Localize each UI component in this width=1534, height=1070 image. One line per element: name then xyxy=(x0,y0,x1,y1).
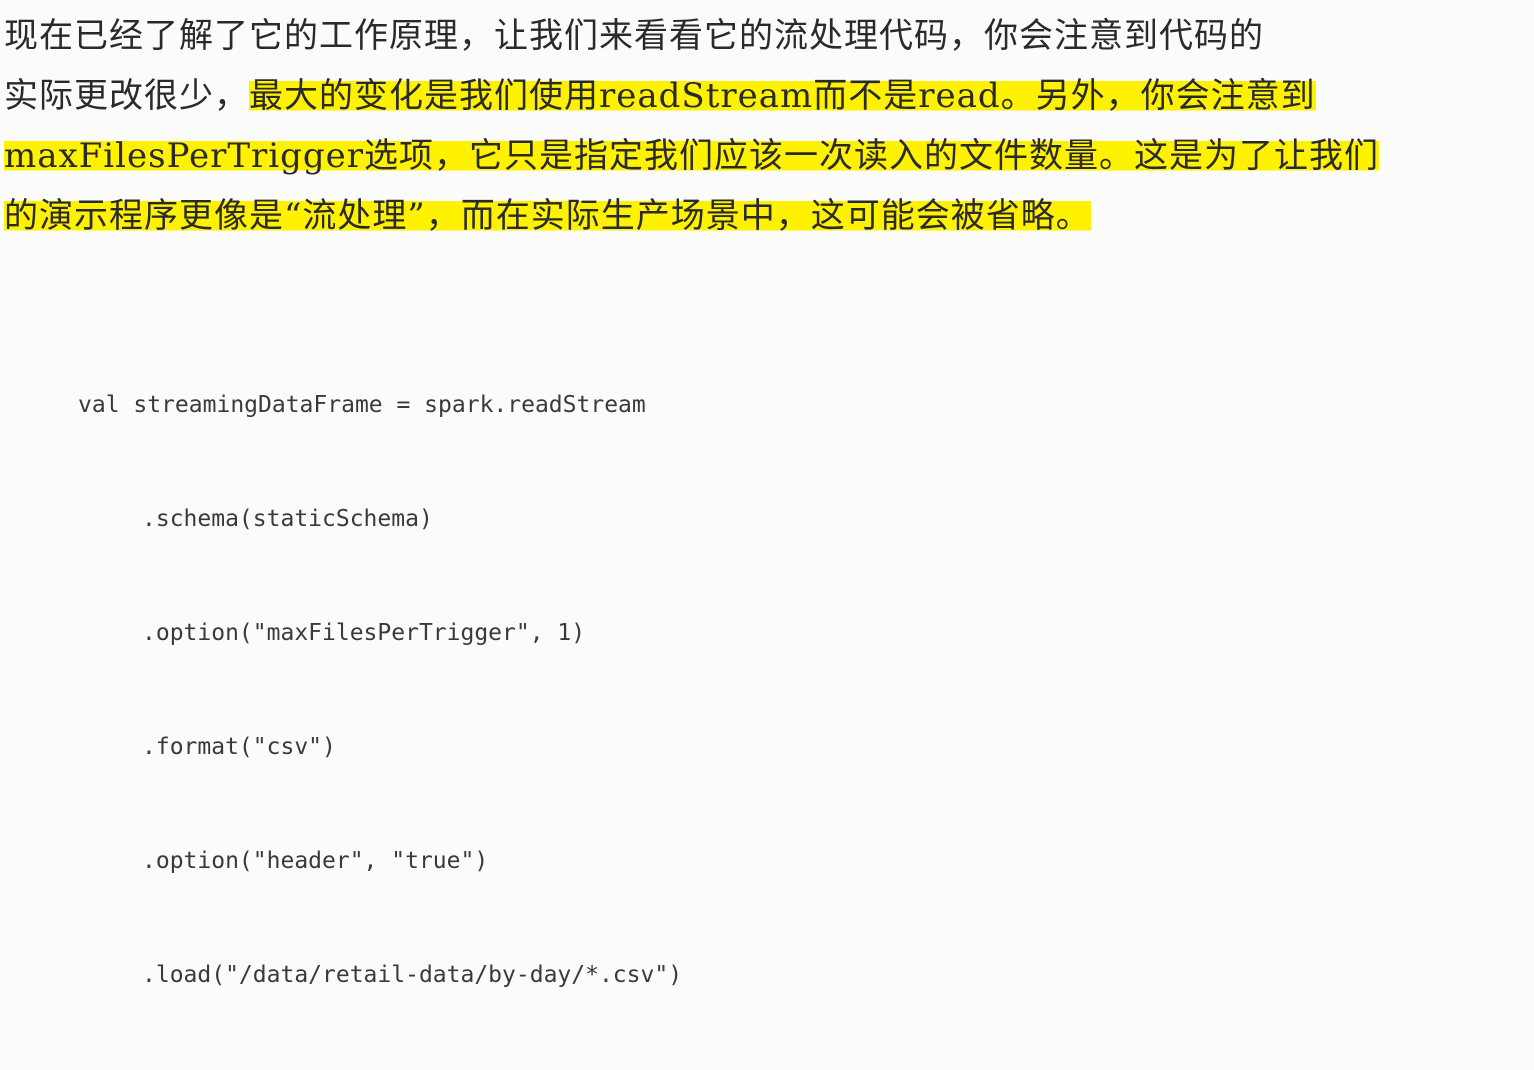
code-line: val streamingDataFrame = spark.readStrea… xyxy=(78,392,646,418)
text-span: 实际更改很少， xyxy=(4,76,249,116)
code-line: .format("csv") xyxy=(142,734,336,760)
highlighted-text: 最大的变化是我们使用readStream而不是read。另外，你会注意到 xyxy=(249,76,1316,116)
code-line: .load("/data/retail-data/by-day/*.csv") xyxy=(142,962,683,988)
paragraph-line-2: 实际更改很少，最大的变化是我们使用readStream而不是read。另外，你会… xyxy=(4,66,1532,126)
highlighted-text: 的演示程序更像是“流处理”，而在实际生产场景中，这可能会被省略。 xyxy=(4,196,1091,236)
paragraph-line-1: 现在已经了解了它的工作原理，让我们来看看它的流处理代码，你会注意到代码的 xyxy=(4,6,1532,66)
text-span: 现在已经了解了它的工作原理，让我们来看看它的流处理代码，你会注意到代码的 xyxy=(4,16,1264,56)
code-line: .option("maxFilesPerTrigger", 1) xyxy=(142,620,586,646)
code-block: val streamingDataFrame = spark.readStrea… xyxy=(78,310,682,1070)
body-paragraph: 现在已经了解了它的工作原理，让我们来看看它的流处理代码，你会注意到代码的 实际更… xyxy=(4,6,1532,246)
book-page: 现在已经了解了它的工作原理，让我们来看看它的流处理代码，你会注意到代码的 实际更… xyxy=(0,0,1534,988)
paragraph-line-4: 的演示程序更像是“流处理”，而在实际生产场景中，这可能会被省略。 xyxy=(4,186,1532,246)
paragraph-line-3: maxFilesPerTrigger选项，它只是指定我们应该一次读入的文件数量。… xyxy=(4,126,1532,186)
code-line: .option("header", "true") xyxy=(142,848,489,874)
code-line: .schema(staticSchema) xyxy=(142,506,433,532)
highlighted-text: maxFilesPerTrigger选项，它只是指定我们应该一次读入的文件数量。… xyxy=(4,136,1380,176)
